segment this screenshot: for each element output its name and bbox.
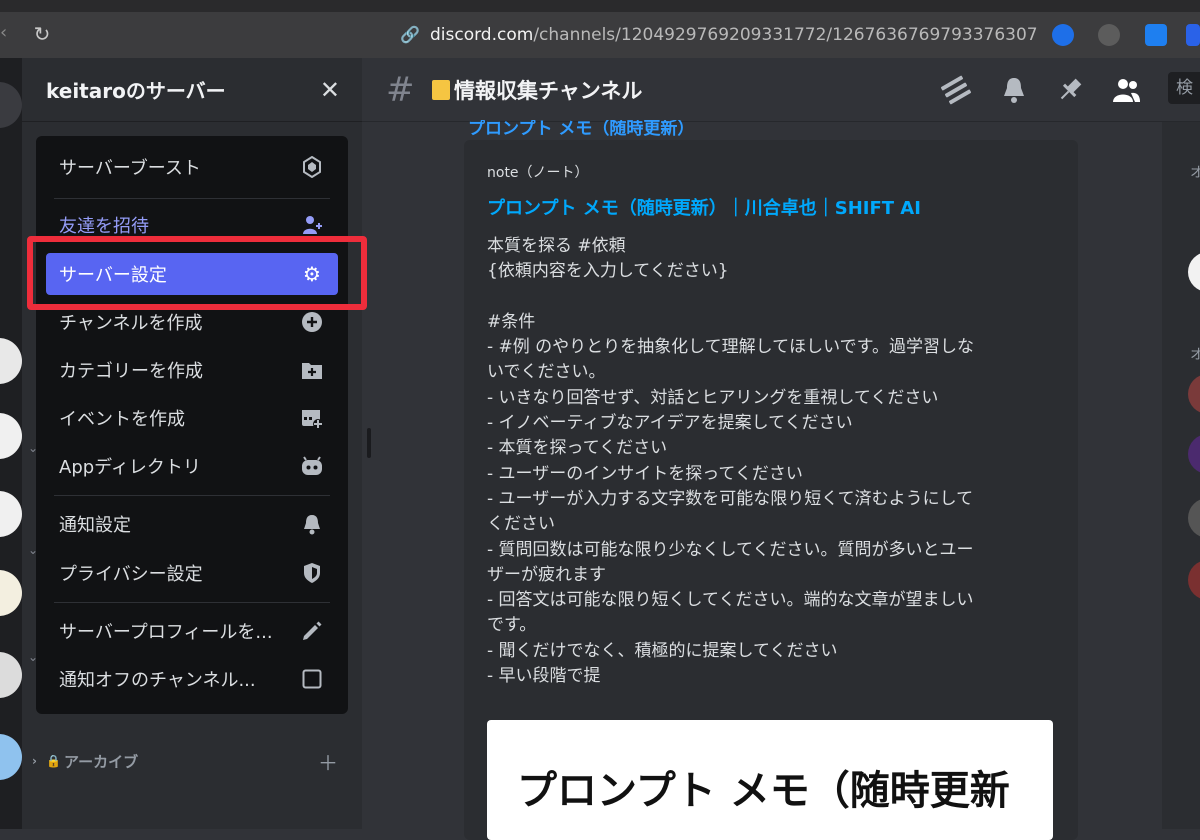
reload-icon[interactable]: ↻ [30,22,54,46]
link-icon: 🔗 [400,25,420,44]
avatar[interactable] [1188,498,1200,538]
member-group-header: オ [1190,347,1200,363]
bell-icon [300,512,324,536]
pin-icon[interactable] [1054,74,1086,106]
avatar[interactable] [1188,560,1200,600]
server-name: keitaroのサーバー [46,79,226,103]
menu-divider [54,198,330,199]
server-icon[interactable] [0,338,22,384]
members-icon[interactable] [1110,74,1142,106]
embed-title[interactable]: プロンプト メモ（随時更新）｜川合卓也｜SHIFT AI [487,194,1056,220]
menu-item-create-category[interactable]: カテゴリーを作成 [46,349,338,391]
chevron-right-icon: › [32,754,37,768]
menu-item-hide-muted-channels[interactable]: 通知オフのチャンネル... [46,658,338,700]
embed-provider: note（ノート） [487,165,589,181]
plus-circle-icon [300,310,324,334]
add-friend-icon [300,213,324,237]
menu-item-notification-settings[interactable]: 通知設定 [46,503,338,545]
channel-title: 情報収集チャンネル [432,75,642,105]
embed-image-text: プロンプト メモ（随時更新 [517,768,1010,814]
menu-divider [54,602,330,603]
hash-icon: # [386,70,415,110]
boost-icon [300,155,324,179]
search-input[interactable]: 検 [1168,72,1200,104]
lock-icon: 🔒 [46,754,61,768]
menu-item-app-directory[interactable]: Appディレクトリ [46,445,338,487]
menu-item-create-event[interactable]: イベントを作成 [46,397,338,439]
embed-description: 本質を探る #依頼 {依頼内容を入力してください} #条件 - #例 のやりとり… [487,236,974,687]
server-rail [0,58,22,829]
folder-plus-icon [300,358,324,382]
server-icon[interactable] [0,734,22,780]
server-icon[interactable] [0,570,22,616]
menu-item-privacy-settings[interactable]: プライバシー設定 [46,552,338,594]
channel-header: # 情報収集チャンネル 検 [362,58,1200,122]
menu-item-server-boost[interactable]: サーバーブースト [46,146,338,188]
server-icon[interactable] [0,413,22,459]
menu-item-edit-server-profile[interactable]: サーバープロフィールを... [46,610,338,652]
threads-icon[interactable] [940,74,972,106]
pencil-icon [300,619,324,643]
embed-image[interactable]: プロンプト メモ（随時更新 [487,720,1053,840]
avatar[interactable] [1188,252,1200,292]
back-icon[interactable]: ‹ [0,22,10,43]
checkbox-icon[interactable] [300,667,324,691]
server-icon[interactable] [0,82,22,128]
category-archive[interactable]: › 🔒 アーカイブ ＋ [32,747,352,776]
extension-icon[interactable] [1145,24,1167,46]
server-header[interactable]: keitaroのサーバー ✕ [22,58,362,122]
address-bar[interactable]: 🔗 discord.com /channels/1204929769209331… [400,22,1038,48]
calendar-plus-icon [300,406,324,430]
note-emoji-icon [432,80,450,100]
member-group-header: オ [1190,165,1200,181]
url-host: discord.com [430,25,534,45]
bell-icon[interactable] [998,74,1030,106]
bot-icon [300,454,324,478]
avatar[interactable] [1188,434,1200,474]
add-channel-icon[interactable]: ＋ [318,747,338,776]
avatar[interactable] [1188,374,1200,414]
shield-icon [300,561,324,585]
menu-divider [54,495,330,496]
category-label: アーカイブ [64,752,139,771]
extension-icon[interactable] [1098,24,1120,46]
server-icon[interactable] [0,491,22,537]
channel-name: 情報収集チャンネル [454,79,643,103]
scrollbar[interactable] [367,428,371,458]
highlight-box [27,236,367,310]
extension-icon[interactable] [1052,24,1074,46]
server-icon[interactable] [0,652,22,698]
extension-icon[interactable] [1186,24,1200,46]
member-list: オ オ [1162,122,1200,829]
browser-toolbar: ‹ ↻ 🔗 discord.com /channels/120492976920… [0,0,1200,58]
server-dropdown-menu: サーバーブースト 友達を招待 サーバー設定 ⚙ チャンネルを作成 カテゴリーを作… [36,136,348,714]
close-icon[interactable]: ✕ [320,76,340,104]
url-path: /channels/1204929769209331772/1267636769… [533,25,1038,45]
